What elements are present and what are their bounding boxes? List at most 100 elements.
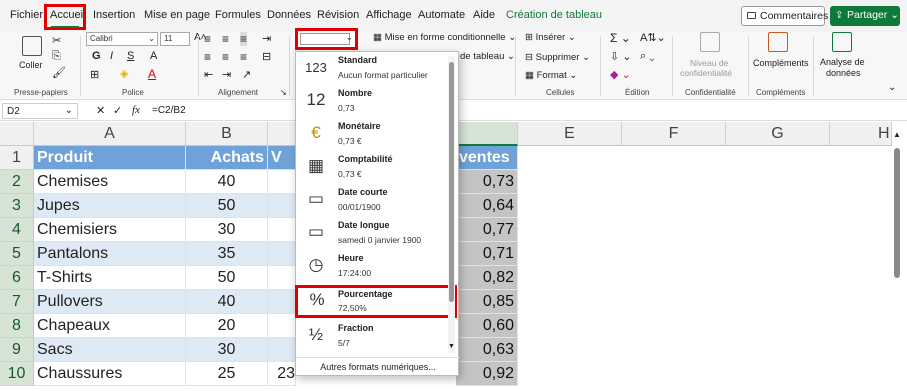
orientation-icon[interactable]: ↗: [242, 68, 251, 81]
cancel-icon[interactable]: ✕: [96, 104, 105, 117]
paste-icon[interactable]: [22, 36, 42, 56]
conditional-format-button[interactable]: ▦ Mise en forme conditionnelle ⌄: [373, 32, 516, 43]
table-cell[interactable]: 30: [186, 338, 268, 362]
table-header-cell[interactable]: Produit: [34, 146, 186, 170]
sensitivity-label-2[interactable]: confidentialité: [680, 68, 732, 78]
align-bottom-icon[interactable]: ≡: [240, 32, 248, 46]
row-header[interactable]: 5: [0, 242, 34, 266]
row-header[interactable]: 1: [0, 146, 34, 170]
table-cell[interactable]: 25: [186, 362, 268, 386]
table-cell[interactable]: Sacs: [34, 338, 186, 362]
column-header-d[interactable]: [456, 122, 518, 146]
addins-button[interactable]: Compléments: [753, 58, 809, 68]
table-cell[interactable]: 0,71: [456, 242, 518, 266]
menu-aide[interactable]: Aide: [473, 9, 495, 21]
share-button[interactable]: ⇪ Partager ⌄: [830, 6, 900, 26]
column-header-f[interactable]: F: [622, 122, 726, 146]
table-cell[interactable]: [268, 314, 296, 338]
more-number-formats-link[interactable]: Autres formats numériques...: [296, 357, 460, 372]
table-cell[interactable]: Jupes: [34, 194, 186, 218]
row-header[interactable]: 2: [0, 170, 34, 194]
fill-icon[interactable]: ⇩ ⌄: [610, 50, 632, 63]
table-cell[interactable]: 0,77: [456, 218, 518, 242]
table-cell[interactable]: [268, 242, 296, 266]
decrease-indent-icon[interactable]: ⇤: [204, 68, 213, 81]
collapse-ribbon-icon[interactable]: ⌄: [888, 82, 896, 93]
menu-insertion[interactable]: Insertion: [93, 9, 135, 21]
formula-input[interactable]: =C2/B2: [152, 105, 186, 116]
format-option-monetaire[interactable]: € Monétaire 0,73 €: [296, 118, 447, 151]
table-cell[interactable]: 23: [268, 362, 296, 386]
number-format-field[interactable]: [300, 33, 350, 45]
column-header-h[interactable]: H: [830, 122, 892, 146]
table-header-cell[interactable]: ventes: [456, 146, 518, 170]
table-cell[interactable]: 35: [186, 242, 268, 266]
table-cell[interactable]: 40: [186, 290, 268, 314]
table-cell[interactable]: 0,92: [456, 362, 518, 386]
table-cell[interactable]: [268, 194, 296, 218]
analyze-data-label-2[interactable]: données: [826, 68, 861, 78]
menu-revision[interactable]: Révision: [317, 9, 359, 21]
increase-indent-icon[interactable]: ⇥: [222, 68, 231, 81]
menu-mise-en-page[interactable]: Mise en page: [144, 9, 210, 21]
analyze-data-label-1[interactable]: Analyse de: [820, 57, 865, 67]
insert-button[interactable]: ⊞ Insérer ⌄: [525, 32, 576, 43]
align-center-icon[interactable]: ≡: [222, 50, 229, 64]
row-header[interactable]: 10: [0, 362, 34, 386]
font-name-select[interactable]: Calibri ⌄: [86, 32, 158, 46]
dropdown-scrollbar[interactable]: ▼: [448, 56, 455, 353]
strikethrough-icon[interactable]: A: [150, 50, 157, 62]
row-header[interactable]: 8: [0, 314, 34, 338]
table-cell[interactable]: [268, 170, 296, 194]
vertical-scrollbar[interactable]: ▲: [893, 130, 902, 388]
format-option-comptabilite[interactable]: ▦ Comptabilité 0,73 €: [296, 151, 447, 184]
format-option-date-courte[interactable]: ▭ Date courte 00/01/1900: [296, 184, 447, 217]
table-cell[interactable]: 30: [186, 218, 268, 242]
enter-icon[interactable]: ✓: [113, 104, 122, 117]
align-right-icon[interactable]: ≡: [240, 50, 247, 64]
align-left-icon[interactable]: ≡: [204, 50, 211, 64]
dropdown-scroll-thumb[interactable]: [449, 62, 454, 302]
table-header-cell[interactable]: V: [268, 146, 296, 170]
table-cell[interactable]: [268, 290, 296, 314]
format-option-heure[interactable]: ◷ Heure 17:24:00: [296, 250, 447, 283]
autosum-icon[interactable]: Σ ⌄: [610, 31, 631, 45]
fill-color-icon[interactable]: ◈: [120, 67, 128, 80]
row-header[interactable]: 3: [0, 194, 34, 218]
menu-creation-tableau[interactable]: Création de tableau: [506, 9, 602, 21]
menu-formules[interactable]: Formules: [215, 9, 261, 21]
italic-button[interactable]: I: [110, 50, 113, 62]
dialog-launcher-icon[interactable]: ↘: [280, 88, 287, 97]
table-cell[interactable]: 50: [186, 266, 268, 290]
sensitivity-label-1[interactable]: Niveau de: [690, 58, 728, 68]
table-cell[interactable]: [268, 218, 296, 242]
column-header-g[interactable]: G: [726, 122, 830, 146]
table-cell[interactable]: 0,60: [456, 314, 518, 338]
format-as-table-button[interactable]: de tableau ⌄: [460, 51, 515, 62]
format-option-nombre[interactable]: 12 Nombre 0,73: [296, 85, 447, 118]
column-header-b[interactable]: B: [186, 122, 268, 146]
insert-function-icon[interactable]: fx: [132, 104, 140, 116]
table-cell[interactable]: 0,64: [456, 194, 518, 218]
row-header[interactable]: 6: [0, 266, 34, 290]
column-header-a[interactable]: A: [34, 122, 186, 146]
column-header-c[interactable]: [268, 122, 296, 146]
table-cell[interactable]: 0,82: [456, 266, 518, 290]
table-cell[interactable]: 50: [186, 194, 268, 218]
format-option-pourcentage[interactable]: % Pourcentage 72,50%: [295, 285, 457, 318]
table-cell[interactable]: 40: [186, 170, 268, 194]
table-cell[interactable]: Pantalons: [34, 242, 186, 266]
bold-button[interactable]: G: [92, 50, 101, 62]
table-cell[interactable]: T-Shirts: [34, 266, 186, 290]
sort-filter-icon[interactable]: A⇅⌄: [640, 31, 666, 44]
table-cell[interactable]: Chemises: [34, 170, 186, 194]
table-cell[interactable]: Pullovers: [34, 290, 186, 314]
borders-icon[interactable]: ⊞: [90, 68, 99, 81]
copy-icon[interactable]: ⎘: [52, 50, 61, 63]
wrap-text-icon[interactable]: ⇥: [262, 32, 271, 45]
format-painter-icon[interactable]: 🖌: [52, 66, 66, 79]
table-cell[interactable]: 0,63: [456, 338, 518, 362]
align-top-icon[interactable]: ≡: [204, 32, 211, 46]
delete-button[interactable]: ⊟ Supprimer ⌄: [525, 52, 590, 63]
clear-icon[interactable]: ◆ ⌄: [610, 68, 631, 81]
